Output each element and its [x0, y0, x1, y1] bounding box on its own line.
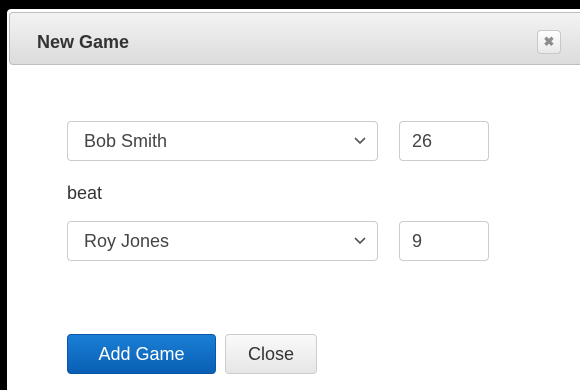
- loser-player-value: Roy Jones: [84, 231, 170, 251]
- add-game-button[interactable]: Add Game: [67, 334, 216, 374]
- loser-score-input[interactable]: 9: [399, 221, 489, 261]
- close-button[interactable]: Close: [225, 334, 317, 374]
- winner-score-input[interactable]: 26: [399, 121, 489, 161]
- dialog-title: New Game: [37, 32, 130, 52]
- beat-label: beat: [67, 183, 103, 203]
- winner-player-value: Bob Smith: [84, 131, 168, 151]
- chevron-down-icon: [354, 137, 366, 145]
- new-game-dialog: New Game ✖ Bob Smith 26 beat Roy Jones 9…: [7, 9, 580, 390]
- winner-player-select[interactable]: Bob Smith: [67, 121, 378, 161]
- loser-player-select[interactable]: Roy Jones: [67, 221, 378, 261]
- close-icon[interactable]: ✖: [537, 30, 561, 54]
- chevron-down-icon: [354, 237, 366, 245]
